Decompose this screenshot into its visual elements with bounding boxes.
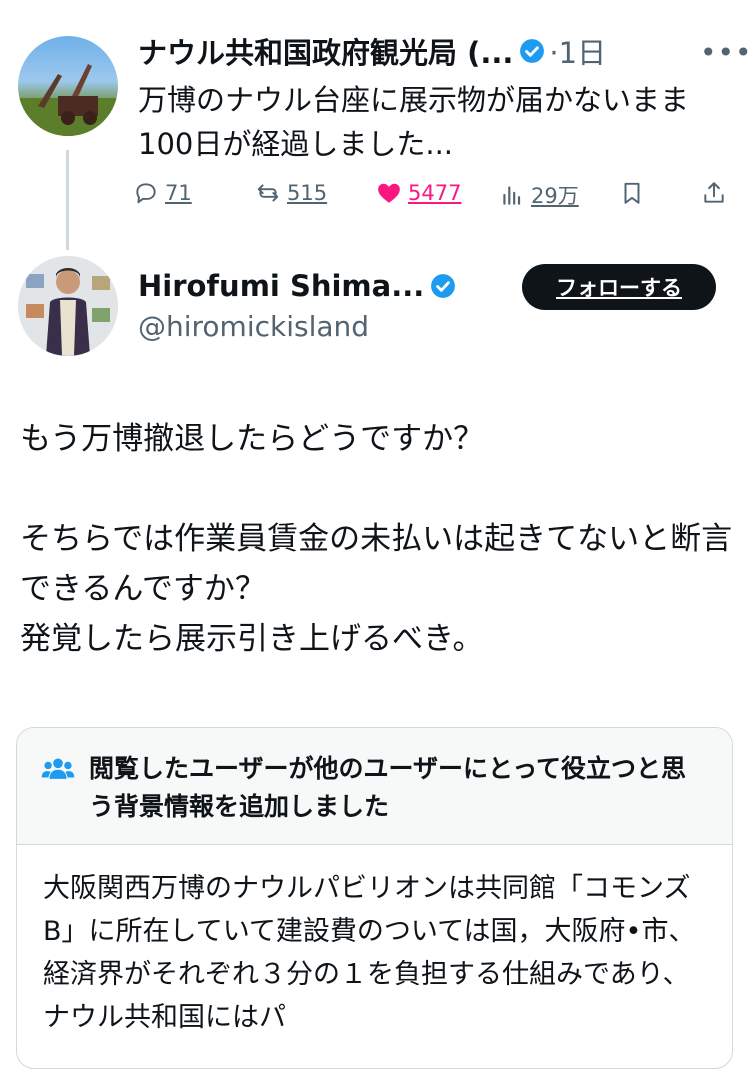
avatar-nauru-image (18, 64, 118, 136)
bookmark-button[interactable] (619, 180, 645, 206)
repost-icon (257, 184, 279, 202)
post2-text: もう万博撤退したらどうですか？ そちらでは作業員賃金の未払いは起きてないと断言で… (20, 421, 733, 657)
post1-timestamp[interactable]: ·1日 (549, 30, 606, 72)
repost-count: 515 (287, 181, 328, 205)
thread-connector-line (66, 150, 69, 250)
post1-action-bar: 71 515 5477 29万 (133, 180, 733, 220)
verified-badge-icon (431, 274, 456, 298)
reply-icon (136, 183, 156, 204)
avatar-nauru[interactable] (18, 36, 118, 136)
community-note-body: 大阪関西万博のナウルパビリオンは共同館「コモンズB」に所在していて建設費のついて… (43, 873, 696, 1033)
post2-author-name[interactable]: Hirofumi Shima... (138, 269, 424, 303)
analytics-icon (503, 186, 521, 205)
view-count: 29万 (531, 184, 579, 208)
community-note-header: 閲覧したユーザーが他のユーザーにとって役立つと思う背景情報を追加しました (17, 728, 732, 845)
like-count: 5477 (408, 181, 462, 205)
more-options-icon[interactable]: ••• (700, 36, 749, 69)
community-note-title: 閲覧したユーザーが他のユーザーにとって役立つと思う背景情報を追加しました (89, 754, 687, 821)
share-button[interactable] (701, 180, 727, 206)
follow-button[interactable]: フォローする (522, 264, 716, 310)
like-button[interactable]: 5477 (376, 180, 461, 206)
share-icon (704, 182, 724, 203)
bookmark-icon (624, 182, 640, 204)
post2-handle[interactable]: @hiromickisland (138, 310, 369, 343)
avatar-hirofumi-image (18, 256, 118, 356)
reply-count: 71 (165, 181, 192, 205)
views-button[interactable]: 29万 (499, 180, 579, 210)
repost-button[interactable]: 515 (255, 180, 327, 206)
community-note: 閲覧したユーザーが他のユーザーにとって役立つと思う背景情報を追加しました 大阪関… (16, 727, 733, 1069)
post2-header: Hirofumi Shima... (138, 266, 456, 306)
post1-text: 万博のナウル台座に展示物が届かないまま100日が経過しました... (138, 83, 690, 161)
people-icon (41, 758, 75, 779)
avatar-hirofumi[interactable] (18, 256, 118, 356)
reply-button[interactable]: 71 (133, 180, 192, 206)
heart-icon (378, 183, 400, 203)
verified-badge-icon (520, 39, 545, 63)
post1-header: ナウル共和国政府観光局 (... ·1日 (138, 28, 738, 74)
post1-author-name[interactable]: ナウル共和国政府観光局 (... (138, 30, 513, 72)
